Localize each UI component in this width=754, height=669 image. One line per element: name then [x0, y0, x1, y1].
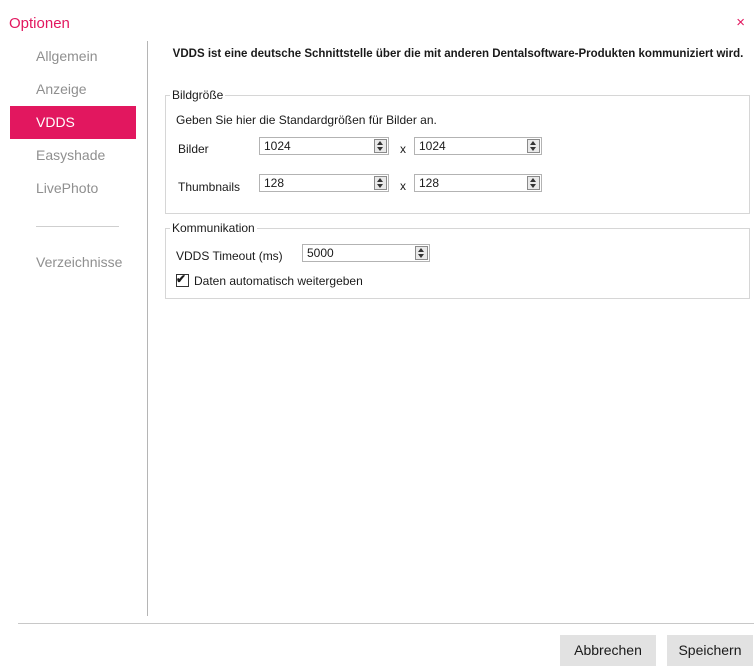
image-size-description: Geben Sie hier die Standardgrößen für Bi… — [176, 113, 437, 127]
sidebar: Allgemein Anzeige VDDS Easyshade LivePho… — [10, 40, 136, 279]
spin-arrows-icon[interactable] — [527, 176, 540, 190]
auto-forward-label[interactable]: Daten automatisch weitergeben — [194, 274, 363, 288]
sidebar-item-vdds[interactable]: VDDS — [10, 106, 136, 139]
vdds-timeout-stepper[interactable]: 5000 — [302, 244, 430, 262]
thumbnails-height-value: 128 — [419, 176, 440, 190]
sidebar-vertical-divider — [147, 41, 148, 616]
cancel-button[interactable]: Abbrechen — [560, 635, 656, 666]
sidebar-item-livephoto[interactable]: LivePhoto — [10, 172, 136, 205]
sidebar-item-verzeichnisse[interactable]: Verzeichnisse — [10, 246, 136, 279]
times-separator: x — [400, 179, 406, 193]
spin-arrows-icon[interactable] — [527, 139, 540, 153]
save-button[interactable]: Speichern — [667, 635, 753, 666]
vdds-timeout-value: 5000 — [307, 246, 334, 260]
thumbnails-width-value: 128 — [264, 176, 285, 190]
image-size-legend: Bildgröße — [172, 88, 224, 102]
auto-forward-checkbox[interactable]: ✔ — [176, 272, 189, 287]
page-heading: VDDS ist eine deutsche Schnittstelle übe… — [172, 48, 744, 60]
thumbnails-width-stepper[interactable]: 128 — [259, 174, 389, 192]
images-label: Bilder — [178, 142, 209, 156]
window-title: Optionen — [9, 15, 70, 32]
spin-arrows-icon[interactable] — [415, 246, 428, 260]
images-height-value: 1024 — [419, 139, 446, 153]
thumbnails-label: Thumbnails — [178, 180, 241, 194]
communication-legend: Kommunikation — [172, 221, 255, 235]
checkmark-icon: ✔ — [176, 272, 187, 286]
vdds-timeout-label: VDDS Timeout (ms) — [176, 249, 283, 263]
sidebar-divider — [36, 226, 119, 227]
times-separator: x — [400, 142, 406, 156]
thumbnails-height-stepper[interactable]: 128 — [414, 174, 542, 192]
images-width-stepper[interactable]: 1024 — [259, 137, 389, 155]
spin-arrows-icon[interactable] — [374, 176, 387, 190]
footer-divider — [18, 623, 754, 624]
sidebar-item-easyshade[interactable]: Easyshade — [10, 139, 136, 172]
images-width-value: 1024 — [264, 139, 291, 153]
spin-arrows-icon[interactable] — [374, 139, 387, 153]
options-dialog: Optionen × Allgemein Anzeige VDDS Easysh… — [0, 0, 754, 669]
images-height-stepper[interactable]: 1024 — [414, 137, 542, 155]
close-icon[interactable]: × — [736, 14, 745, 32]
sidebar-item-anzeige[interactable]: Anzeige — [10, 73, 136, 106]
sidebar-item-allgemein[interactable]: Allgemein — [10, 40, 136, 73]
